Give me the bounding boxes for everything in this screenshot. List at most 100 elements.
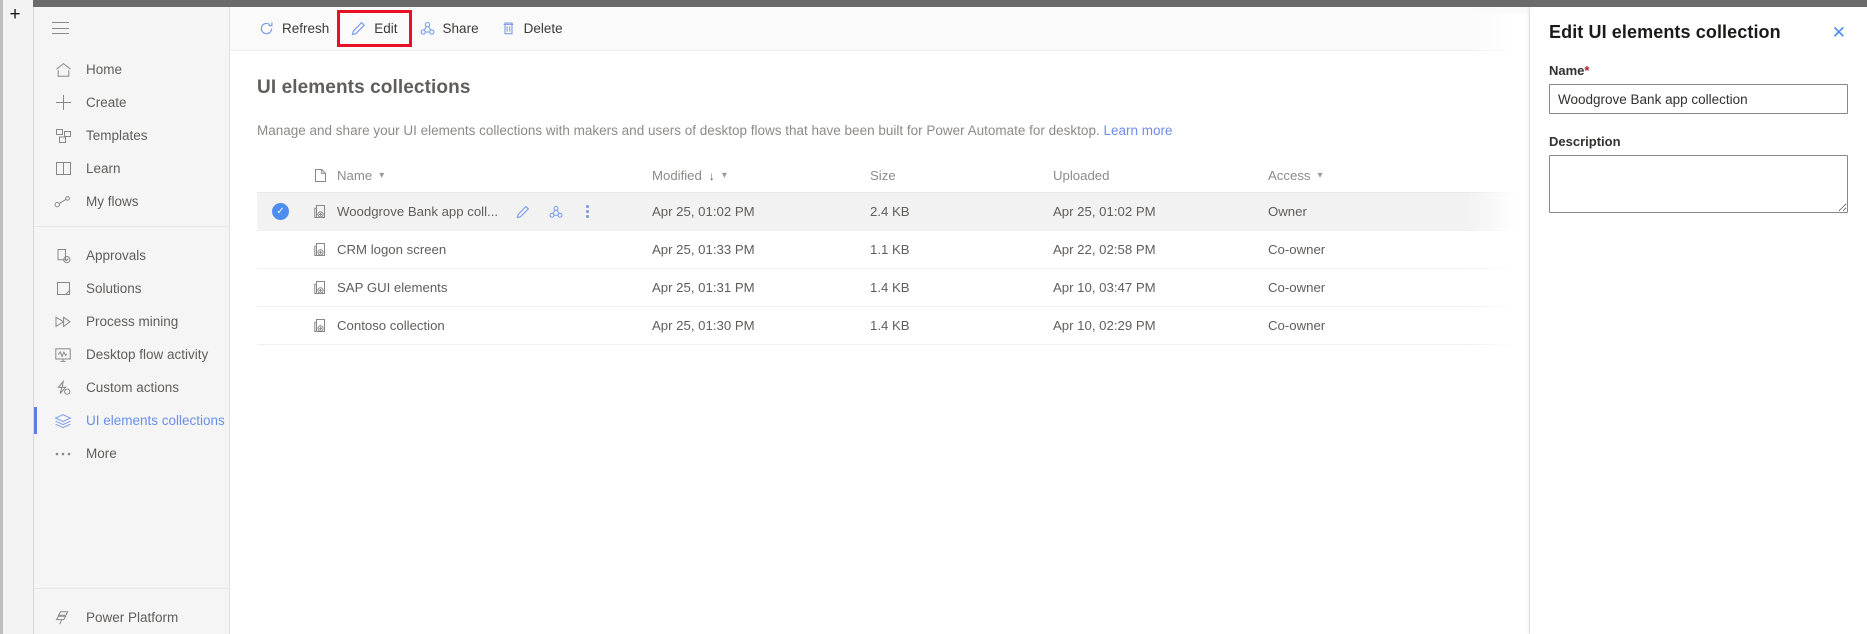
window-top-strip: [33, 0, 1867, 7]
page-title: UI elements collections: [257, 77, 471, 98]
sidebar-item-process-mining[interactable]: Process mining: [34, 305, 229, 338]
delete-label: Delete: [523, 21, 563, 36]
row-inline-actions: [516, 203, 593, 220]
ui-elements-collections-icon: [52, 411, 74, 431]
main-content: Refresh Edit Share Delete UI elements co…: [230, 0, 1529, 634]
sidebar-item-custom-actions[interactable]: Custom actions: [34, 371, 229, 404]
row-size-cell: 1.4 KB: [870, 280, 910, 295]
share-button[interactable]: Share: [409, 13, 490, 44]
edit-collection-panel: Edit UI elements collection ✕ Name* Desc…: [1529, 0, 1867, 634]
row-modified-cell: Apr 25, 01:02 PM: [652, 204, 755, 219]
row-name-cell: CRM logon screen: [337, 242, 652, 257]
learn-more-link[interactable]: Learn more: [1103, 123, 1172, 138]
table-row[interactable]: ✓ Woodgrove Bank app coll... Apr 25, 01:…: [257, 193, 1529, 231]
row-modified-cell: Apr 25, 01:30 PM: [652, 318, 755, 333]
table-row[interactable]: CRM logon screen Apr 25, 01:33 PM 1.1 KB…: [257, 231, 1529, 269]
sidebar-item-label: Solutions: [86, 281, 142, 296]
sidebar-item-create[interactable]: Create: [34, 86, 229, 119]
sidebar-item-label: Approvals: [86, 248, 147, 263]
panel-title: Edit UI elements collection: [1549, 22, 1781, 42]
header-modified-cell[interactable]: Modified ↓ ▾: [652, 168, 870, 183]
header-uploaded-cell[interactable]: Uploaded: [1053, 168, 1268, 183]
collection-icon: [304, 242, 337, 258]
close-icon[interactable]: ✕: [1830, 22, 1848, 43]
app-root: + Home Create Templates Learn My flows A…: [0, 0, 1867, 634]
panel-content: Edit UI elements collection ✕ Name* Desc…: [1530, 7, 1867, 218]
row-more-vertical-icon[interactable]: [582, 203, 593, 220]
sidebar-item-label: Home: [86, 62, 123, 77]
row-size-cell: 1.1 KB: [870, 242, 910, 257]
row-modified-cell: Apr 25, 01:33 PM: [652, 242, 755, 257]
row-selected-checkbox[interactable]: ✓: [257, 203, 304, 220]
name-input[interactable]: [1549, 84, 1848, 114]
sidebar-item-templates[interactable]: Templates: [34, 119, 229, 152]
sort-descending-icon: ↓: [708, 168, 715, 183]
collection-icon: [304, 318, 337, 334]
row-share-icon[interactable]: [549, 205, 563, 219]
collection-icon: [304, 280, 337, 296]
sidebar-item-label: Process mining: [86, 314, 179, 329]
chevron-down-icon: ▾: [379, 170, 385, 181]
description-field-group: Description: [1549, 134, 1848, 218]
page-body: UI elements collections Manage and share…: [230, 51, 1529, 345]
refresh-icon: [259, 21, 274, 36]
sidebar-item-my-flows[interactable]: My flows: [34, 185, 229, 218]
name-label-text: Name: [1549, 63, 1585, 78]
name-field-label: Name*: [1549, 63, 1848, 78]
row-name-cell: SAP GUI elements: [337, 280, 652, 295]
plus-icon: [52, 93, 74, 113]
more-icon: [52, 444, 74, 464]
description-textarea[interactable]: [1549, 155, 1848, 213]
row-modified-cell: Apr 25, 01:31 PM: [652, 280, 755, 295]
add-icon[interactable]: +: [7, 5, 23, 24]
header-access-label: Access: [1268, 168, 1311, 183]
approvals-icon: [52, 246, 74, 266]
sidebar-item-label: Templates: [86, 128, 148, 143]
sidebar-item-more[interactable]: More: [34, 437, 229, 470]
left-app-rail: +: [0, 0, 34, 634]
collections-table: Name ▾ Modified ↓ ▾ Size Uploaded Access…: [257, 159, 1529, 345]
header-filetype-icon: [304, 168, 337, 183]
edit-button[interactable]: Edit: [337, 10, 412, 47]
sidebar-item-label: Desktop flow activity: [86, 347, 209, 362]
row-name-cell: Contoso collection: [337, 318, 652, 333]
sidebar-item-solutions[interactable]: Solutions: [34, 272, 229, 305]
sidebar-group-secondary: Approvals Solutions Process mining Deskt…: [34, 226, 229, 478]
required-asterisk: *: [1584, 63, 1590, 78]
header-access-cell[interactable]: Access ▾: [1268, 168, 1428, 183]
main-inner: Refresh Edit Share Delete UI elements co…: [230, 7, 1529, 634]
templates-icon: [52, 126, 74, 146]
sidebar-item-ui-elements-collections[interactable]: UI elements collections: [34, 404, 229, 437]
page-description: Manage and share your UI elements collec…: [257, 123, 1529, 138]
header-name-cell[interactable]: Name ▾: [337, 168, 652, 183]
sidebar-item-label: More: [86, 446, 117, 461]
edit-pencil-icon: [351, 21, 366, 36]
row-edit-icon[interactable]: [516, 205, 530, 219]
my-flows-icon: [52, 192, 74, 212]
row-name-label: SAP GUI elements: [337, 280, 448, 295]
edit-label: Edit: [374, 21, 398, 36]
refresh-label: Refresh: [282, 21, 330, 36]
refresh-button[interactable]: Refresh: [248, 13, 340, 44]
table-row[interactable]: Contoso collection Apr 25, 01:30 PM 1.4 …: [257, 307, 1529, 345]
hamburger-menu-icon[interactable]: [34, 7, 229, 49]
sidebar-item-desktop-flow-activity[interactable]: Desktop flow activity: [34, 338, 229, 371]
table-row[interactable]: SAP GUI elements Apr 25, 01:31 PM 1.4 KB…: [257, 269, 1529, 307]
sidebar-item-label: My flows: [86, 194, 139, 209]
row-uploaded-cell: Apr 10, 03:47 PM: [1053, 280, 1156, 295]
header-size-cell[interactable]: Size: [870, 168, 1053, 183]
row-uploaded-cell: Apr 10, 02:29 PM: [1053, 318, 1156, 333]
sidebar-item-approvals[interactable]: Approvals: [34, 239, 229, 272]
sidebar-item-power-platform[interactable]: Power Platform: [34, 601, 229, 634]
sidebar-footer: Power Platform: [34, 588, 229, 634]
command-bar: Refresh Edit Share Delete: [230, 7, 1529, 51]
page-description-text: Manage and share your UI elements collec…: [257, 123, 1100, 138]
sidebar-item-home[interactable]: Home: [34, 53, 229, 86]
desktop-flow-activity-icon: [52, 345, 74, 365]
delete-button[interactable]: Delete: [490, 13, 574, 44]
home-icon: [52, 60, 74, 80]
header-modified-label: Modified: [652, 168, 702, 183]
share-label: Share: [442, 21, 479, 36]
sidebar-item-learn[interactable]: Learn: [34, 152, 229, 185]
sidebar-group-primary: Home Create Templates Learn My flows: [34, 49, 229, 226]
